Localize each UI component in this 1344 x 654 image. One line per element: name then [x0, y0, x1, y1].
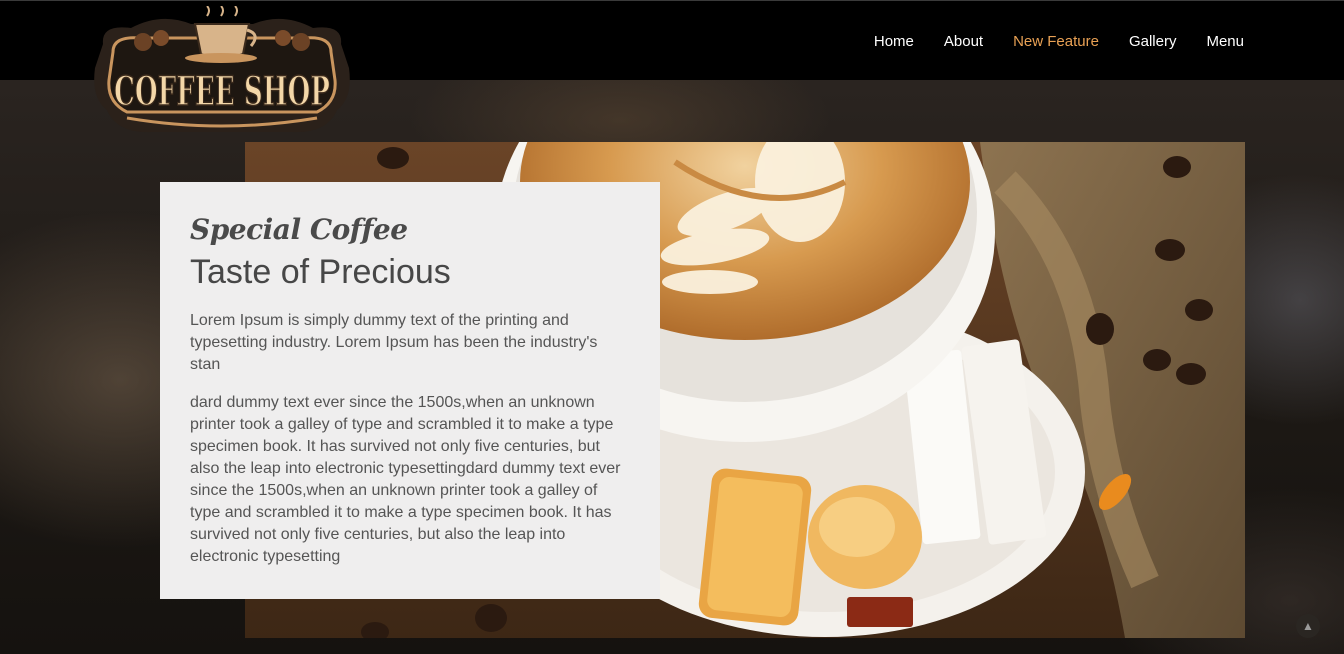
- coffee-shop-logo[interactable]: COFFEE SHOP: [91, 5, 353, 140]
- special-coffee-card: Special Coffee Taste of Precious Lorem I…: [160, 182, 660, 599]
- card-eyebrow: Special Coffee: [190, 213, 408, 246]
- logo-text: COFFEE SHOP: [114, 68, 330, 115]
- card-paragraph-1: Lorem Ipsum is simply dummy text of the …: [190, 312, 598, 373]
- nav-home[interactable]: Home: [874, 33, 914, 50]
- nav-new-feature[interactable]: New Feature: [1013, 33, 1099, 50]
- card-title: Taste of Precious: [190, 253, 451, 291]
- main-nav: Home About New Feature Gallery Menu: [874, 33, 1244, 50]
- nav-menu[interactable]: Menu: [1206, 33, 1244, 50]
- card-paragraph-2: dard dummy text ever since the 1500s,whe…: [190, 394, 621, 565]
- logo-graphic: COFFEE SHOP: [94, 5, 350, 133]
- chevron-up-icon[interactable]: ▲: [1296, 614, 1320, 638]
- nav-about[interactable]: About: [944, 33, 983, 50]
- nav-gallery[interactable]: Gallery: [1129, 33, 1177, 50]
